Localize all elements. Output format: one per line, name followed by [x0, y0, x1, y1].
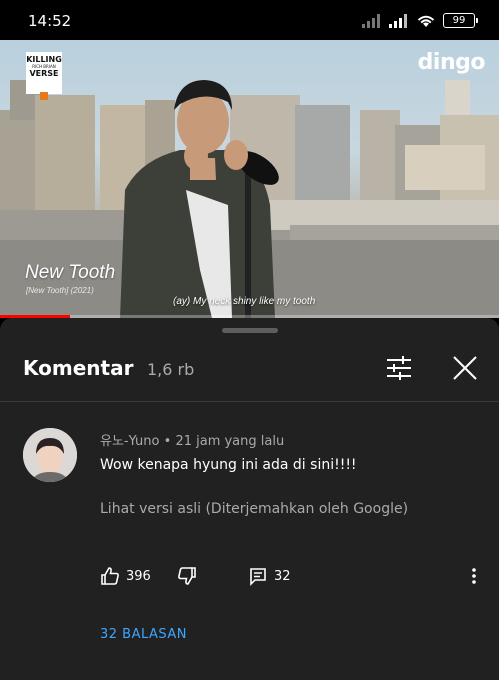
- comment-time: 21 jam yang lalu: [175, 434, 285, 449]
- meta-separator: •: [159, 434, 176, 449]
- reply-count: 32: [274, 568, 291, 584]
- comments-header: Komentar 1,6 rb: [0, 340, 499, 402]
- dislike-button[interactable]: [177, 566, 197, 586]
- more-options-button[interactable]: [464, 566, 484, 586]
- comments-panel: Komentar 1,6 rb 유노-Yuno • 21 jam yang la…: [0, 318, 499, 680]
- video-caption: (ay) My neck shiny like my tooth: [173, 296, 316, 307]
- avatar[interactable]: [23, 428, 77, 482]
- sort-filter-button[interactable]: [384, 353, 414, 383]
- reply-button[interactable]: 32: [248, 566, 291, 586]
- comment-author[interactable]: 유노-Yuno: [100, 434, 160, 449]
- drag-handle[interactable]: [222, 328, 278, 333]
- dingo-channel-logo: dingo: [417, 50, 486, 75]
- logo-accent: [40, 92, 48, 100]
- song-title: New Tooth: [25, 262, 116, 283]
- avatar-image: [23, 428, 77, 482]
- comment-item: 유노-Yuno • 21 jam yang lalu Wow kenapa hy…: [0, 418, 499, 658]
- logo-line-1: KILLING: [26, 55, 62, 64]
- song-subtitle: [New Tooth] (2021): [26, 286, 94, 295]
- status-bar: 14:52 99: [0, 0, 499, 40]
- logo-line-3: VERSE: [29, 69, 59, 78]
- status-time: 14:52: [28, 12, 72, 30]
- thumbs-down-icon: [178, 567, 196, 585]
- killing-verse-logo: KILLING RICH BRIAN VERSE: [26, 52, 62, 100]
- comment-text: Wow kenapa hyung ini ada di sini!!!!: [100, 457, 357, 473]
- view-replies-link[interactable]: 32 BALASAN: [100, 627, 187, 642]
- signal-icon-2: [389, 13, 407, 28]
- signal-icon: [362, 13, 380, 28]
- comments-count: 1,6 rb: [147, 360, 195, 379]
- battery-indicator: 99: [443, 13, 478, 28]
- comment-icon: [250, 568, 266, 586]
- thumbs-up-icon: [101, 567, 119, 585]
- more-vert-icon: [472, 568, 476, 584]
- video-player[interactable]: KILLING RICH BRIAN VERSE dingo New Tooth…: [0, 40, 499, 318]
- comments-title: Komentar: [23, 356, 134, 380]
- sort-filter-icon: [387, 356, 411, 380]
- comment-meta: 유노-Yuno • 21 jam yang lalu: [100, 430, 284, 449]
- see-original-link[interactable]: Lihat versi asli (Diterjemahkan oleh Goo…: [100, 501, 408, 517]
- like-button[interactable]: 396: [100, 566, 151, 586]
- close-icon: [453, 356, 477, 380]
- wifi-icon: [417, 15, 435, 27]
- like-count: 396: [126, 568, 151, 584]
- battery-level: 99: [452, 15, 466, 26]
- close-button[interactable]: [450, 353, 480, 383]
- status-icons: 99: [362, 13, 478, 28]
